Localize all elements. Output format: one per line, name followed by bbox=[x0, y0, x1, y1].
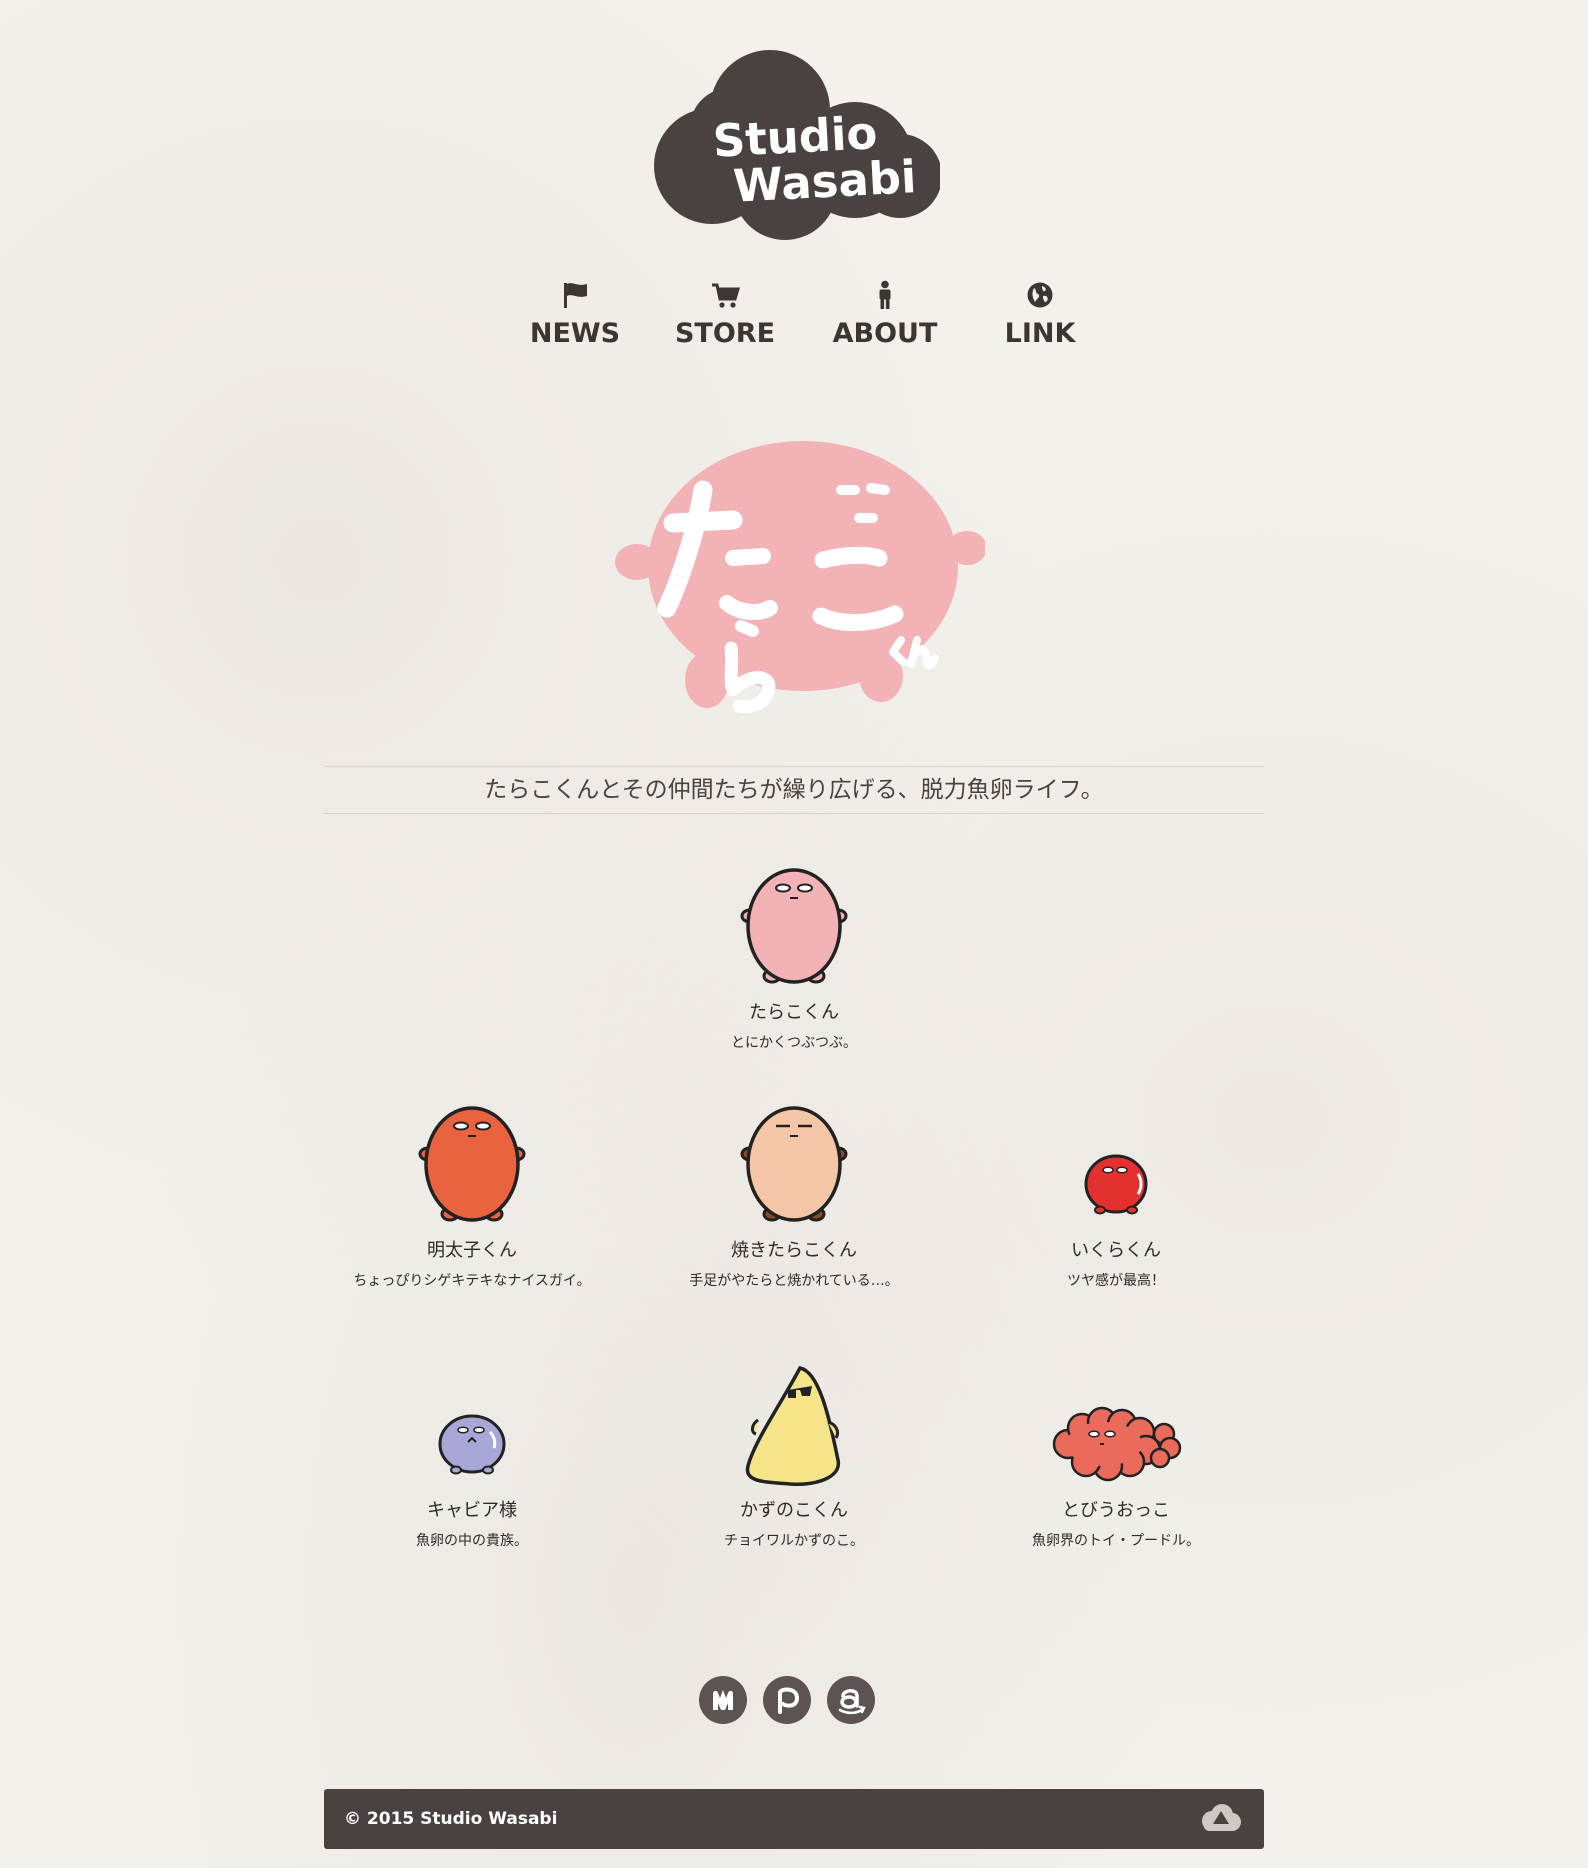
character-desc: 魚卵界のトイ・プードル。 bbox=[1032, 1533, 1200, 1549]
character-name: とびうおっこ bbox=[1062, 1500, 1170, 1521]
flag-icon bbox=[564, 283, 587, 308]
nav-item-news[interactable]: NEWS bbox=[505, 280, 645, 349]
yaki-tarako-character-icon bbox=[740, 1106, 848, 1222]
kazunoko-character-icon bbox=[745, 1366, 840, 1486]
character-name: たらこくん bbox=[749, 1002, 839, 1023]
mentaiko-character-icon bbox=[418, 1106, 526, 1222]
logo-line-2: Wasabi bbox=[731, 150, 918, 213]
nav-label-about: ABOUT bbox=[832, 318, 938, 349]
ikura-character-icon bbox=[1084, 1154, 1148, 1215]
character-name: いくらくん bbox=[1071, 1240, 1161, 1261]
person-icon bbox=[879, 280, 891, 309]
tarako-logo bbox=[615, 441, 987, 714]
nav-item-store[interactable]: STORE bbox=[655, 280, 795, 349]
nav-label-store: STORE bbox=[674, 318, 776, 349]
caviar-character-icon bbox=[438, 1414, 506, 1475]
character-desc: 魚卵の中の貴族。 bbox=[416, 1533, 528, 1549]
character-card-tarako[interactable]: たらこくん とにかくつぶつぶ。 bbox=[634, 864, 954, 1052]
footer: © 2015 Studio Wasabi bbox=[324, 1789, 1264, 1849]
hatena-icon bbox=[713, 1690, 733, 1710]
pixiv-link[interactable] bbox=[763, 1676, 811, 1724]
amazon-icon bbox=[838, 1689, 866, 1715]
cloud-up-icon bbox=[1202, 1804, 1241, 1831]
character-desc: チョイワルかずのこ。 bbox=[724, 1533, 864, 1549]
cart-icon bbox=[712, 283, 740, 308]
tarako-hero-logo bbox=[615, 428, 987, 718]
character-card-ikura[interactable]: いくらくん ツヤ感が最高！ bbox=[956, 1102, 1276, 1290]
tarako-character-icon bbox=[740, 868, 848, 984]
tobiokko-character-icon bbox=[1052, 1406, 1182, 1482]
character-desc: とにかくつぶつぶ。 bbox=[731, 1035, 857, 1051]
character-desc: 手足がやたらと焼かれている…。 bbox=[689, 1273, 899, 1289]
pixiv-icon bbox=[778, 1687, 800, 1714]
nav-item-link[interactable]: LINK bbox=[970, 280, 1110, 349]
hatena-link[interactable] bbox=[699, 1676, 747, 1724]
logo-text: Studio Wasabi bbox=[712, 106, 918, 213]
character-card-caviar[interactable]: キャビア様 魚卵の中の貴族。 bbox=[312, 1362, 632, 1550]
back-to-top-button[interactable] bbox=[1194, 1801, 1244, 1837]
globe-icon bbox=[1027, 282, 1053, 308]
tagline: たらこくんとその仲間たちが繰り広げる、脱力魚卵ライフ。 bbox=[324, 766, 1264, 814]
nav-label-link: LINK bbox=[1004, 318, 1076, 349]
character-name: 明太子くん bbox=[427, 1240, 517, 1261]
character-name: キャビア様 bbox=[427, 1500, 517, 1521]
character-card-kazunoko[interactable]: かずのこくん チョイワルかずのこ。 bbox=[634, 1362, 954, 1550]
character-card-tobiokko[interactable]: とびうおっこ 魚卵界のトイ・プードル。 bbox=[956, 1362, 1276, 1550]
nav-item-about[interactable]: ABOUT bbox=[815, 280, 955, 349]
character-name: 焼きたらこくん bbox=[731, 1240, 857, 1261]
main-nav: NEWS STORE ABOUT LINK bbox=[505, 280, 1095, 360]
character-card-mentaiko[interactable]: 明太子くん ちょっぴりシゲキテキなナイスガイ。 bbox=[312, 1102, 632, 1290]
page: Studio Wasabi NEWS STORE ABOUT LINK たらこく… bbox=[0, 0, 1588, 1868]
footer-copyright: © 2015 Studio Wasabi bbox=[344, 1809, 558, 1829]
character-name: かずのこくん bbox=[740, 1500, 848, 1521]
character-desc: ツヤ感が最高！ bbox=[1067, 1273, 1165, 1289]
amazon-link[interactable] bbox=[827, 1676, 875, 1724]
nav-label-news: NEWS bbox=[529, 318, 621, 349]
character-card-yaki-tarako[interactable]: 焼きたらこくん 手足がやたらと焼かれている…。 bbox=[634, 1102, 954, 1290]
character-desc: ちょっぴりシゲキテキなナイスガイ。 bbox=[353, 1273, 591, 1289]
studio-wasabi-logo[interactable]: Studio Wasabi bbox=[650, 48, 942, 240]
